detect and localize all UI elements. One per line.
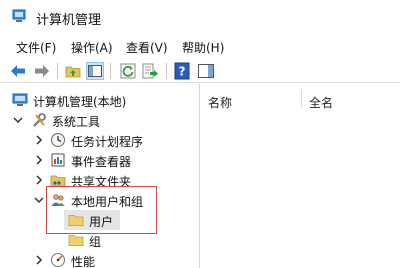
chevron-right-icon[interactable] [33,253,45,267]
tree-node-root[interactable]: 计算机管理(本地) [0,90,199,110]
show-action-pane-icon[interactable] [197,62,215,80]
svg-text:?: ? [179,65,186,79]
tree-node-label: 性能 [71,255,96,268]
back-arrow-icon[interactable] [9,62,27,80]
tree-node-label: 计算机管理(本地) [33,95,127,109]
toolbar-separator [57,63,58,79]
export-list-icon[interactable] [141,62,159,80]
tree-node-task-scheduler[interactable]: 任务计划程序 [0,130,199,150]
menu-action[interactable]: 操作(A) [71,39,113,56]
up-folder-icon[interactable] [64,62,82,80]
tree-node-event-viewer[interactable]: 事件查看器 [0,150,199,170]
computer-management-icon [12,93,28,106]
details-list: 名称 全名 [200,84,400,268]
help-icon[interactable]: ? [173,62,191,80]
folder-icon [68,235,84,246]
show-hide-console-tree-icon [88,65,102,77]
menu-help[interactable]: 帮助(H) [182,39,224,56]
refresh-icon[interactable] [119,62,137,80]
tree-node-system-tools[interactable]: 系统工具 [0,110,199,130]
toolbar-separator [110,63,111,79]
toolbar: ? [0,59,400,83]
tree-node-label: 组 [89,235,102,249]
chevron-right-icon[interactable] [33,153,45,167]
computer-management-icon [12,9,26,22]
chevron-right-icon[interactable] [33,133,45,147]
forward-arrow-icon[interactable] [33,62,51,80]
chevron-down-icon[interactable] [33,193,45,207]
annotation-highlight-box [46,186,157,234]
tree-node-label: 事件查看器 [71,155,132,169]
column-header-name[interactable]: 名称 [208,94,232,118]
performance-gauge-icon [51,253,65,267]
tree-node-performance[interactable]: 性能 [0,250,199,268]
chevron-down-icon[interactable] [12,113,24,127]
window-title: 计算机管理 [36,13,102,28]
clock-icon [51,133,65,147]
tree-node-label: 系统工具 [52,115,101,129]
column-separator[interactable] [301,90,302,108]
menu-bar: 文件(F) 操作(A) 查看(V) 帮助(H) [0,36,400,58]
title-bar: 计算机管理 [0,0,400,33]
menu-view[interactable]: 查看(V) [126,39,168,56]
event-viewer-icon [51,153,65,167]
tools-icon [33,113,46,127]
column-header-full-name[interactable]: 全名 [309,94,333,118]
chevron-right-icon[interactable] [33,173,45,187]
toolbar-separator [166,63,167,79]
menu-file[interactable]: 文件(F) [16,39,56,56]
tree-node-label: 任务计划程序 [71,135,144,149]
show-hide-tree-button[interactable] [86,62,104,80]
